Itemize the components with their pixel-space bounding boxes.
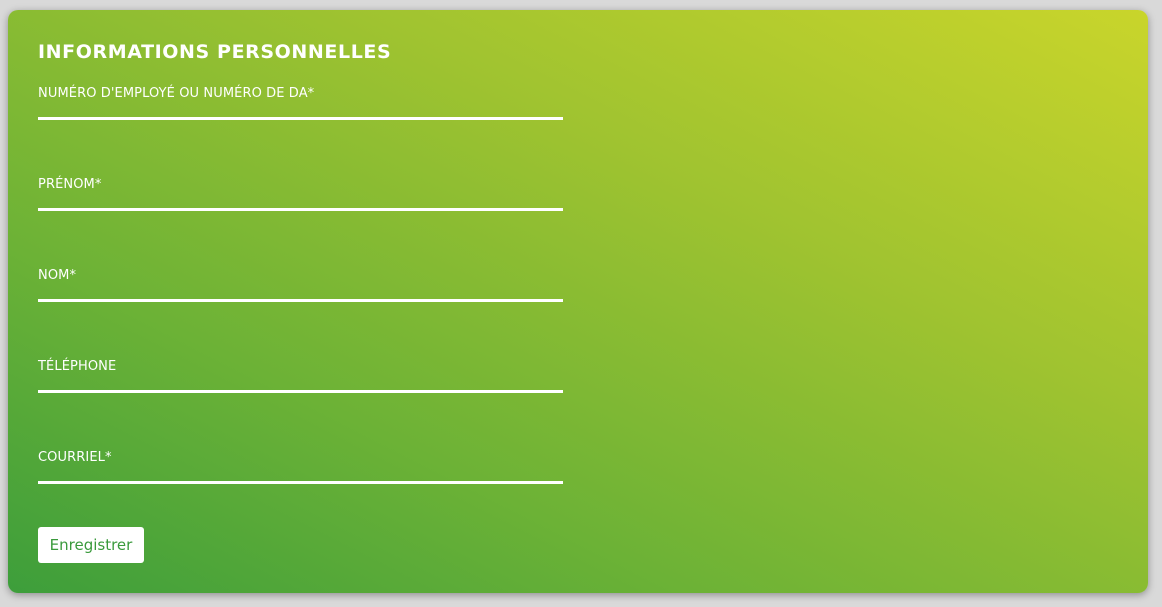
employee-number-field: NUMÉRO D'EMPLOYÉ OU NUMÉRO DE DA*	[38, 86, 563, 120]
last-name-input[interactable]	[38, 285, 563, 302]
email-label: COURRIEL*	[38, 450, 112, 465]
phone-input[interactable]	[38, 376, 563, 393]
form-title: INFORMATIONS PERSONNELLES	[38, 41, 392, 63]
first-name-label: PRÉNOM*	[38, 177, 102, 192]
employee-number-input[interactable]	[38, 103, 563, 120]
last-name-label: NOM*	[38, 268, 77, 283]
first-name-input[interactable]	[38, 194, 563, 211]
personal-info-card: INFORMATIONS PERSONNELLES NUMÉRO D'EMPLO…	[8, 10, 1148, 593]
save-button[interactable]: Enregistrer	[38, 527, 144, 563]
phone-field: TÉLÉPHONE	[38, 359, 563, 393]
email-input[interactable]	[38, 467, 563, 484]
last-name-field: NOM*	[38, 268, 563, 302]
employee-number-label: NUMÉRO D'EMPLOYÉ OU NUMÉRO DE DA*	[38, 86, 315, 101]
first-name-field: PRÉNOM*	[38, 177, 563, 211]
phone-label: TÉLÉPHONE	[38, 359, 117, 374]
email-field: COURRIEL*	[38, 450, 563, 484]
